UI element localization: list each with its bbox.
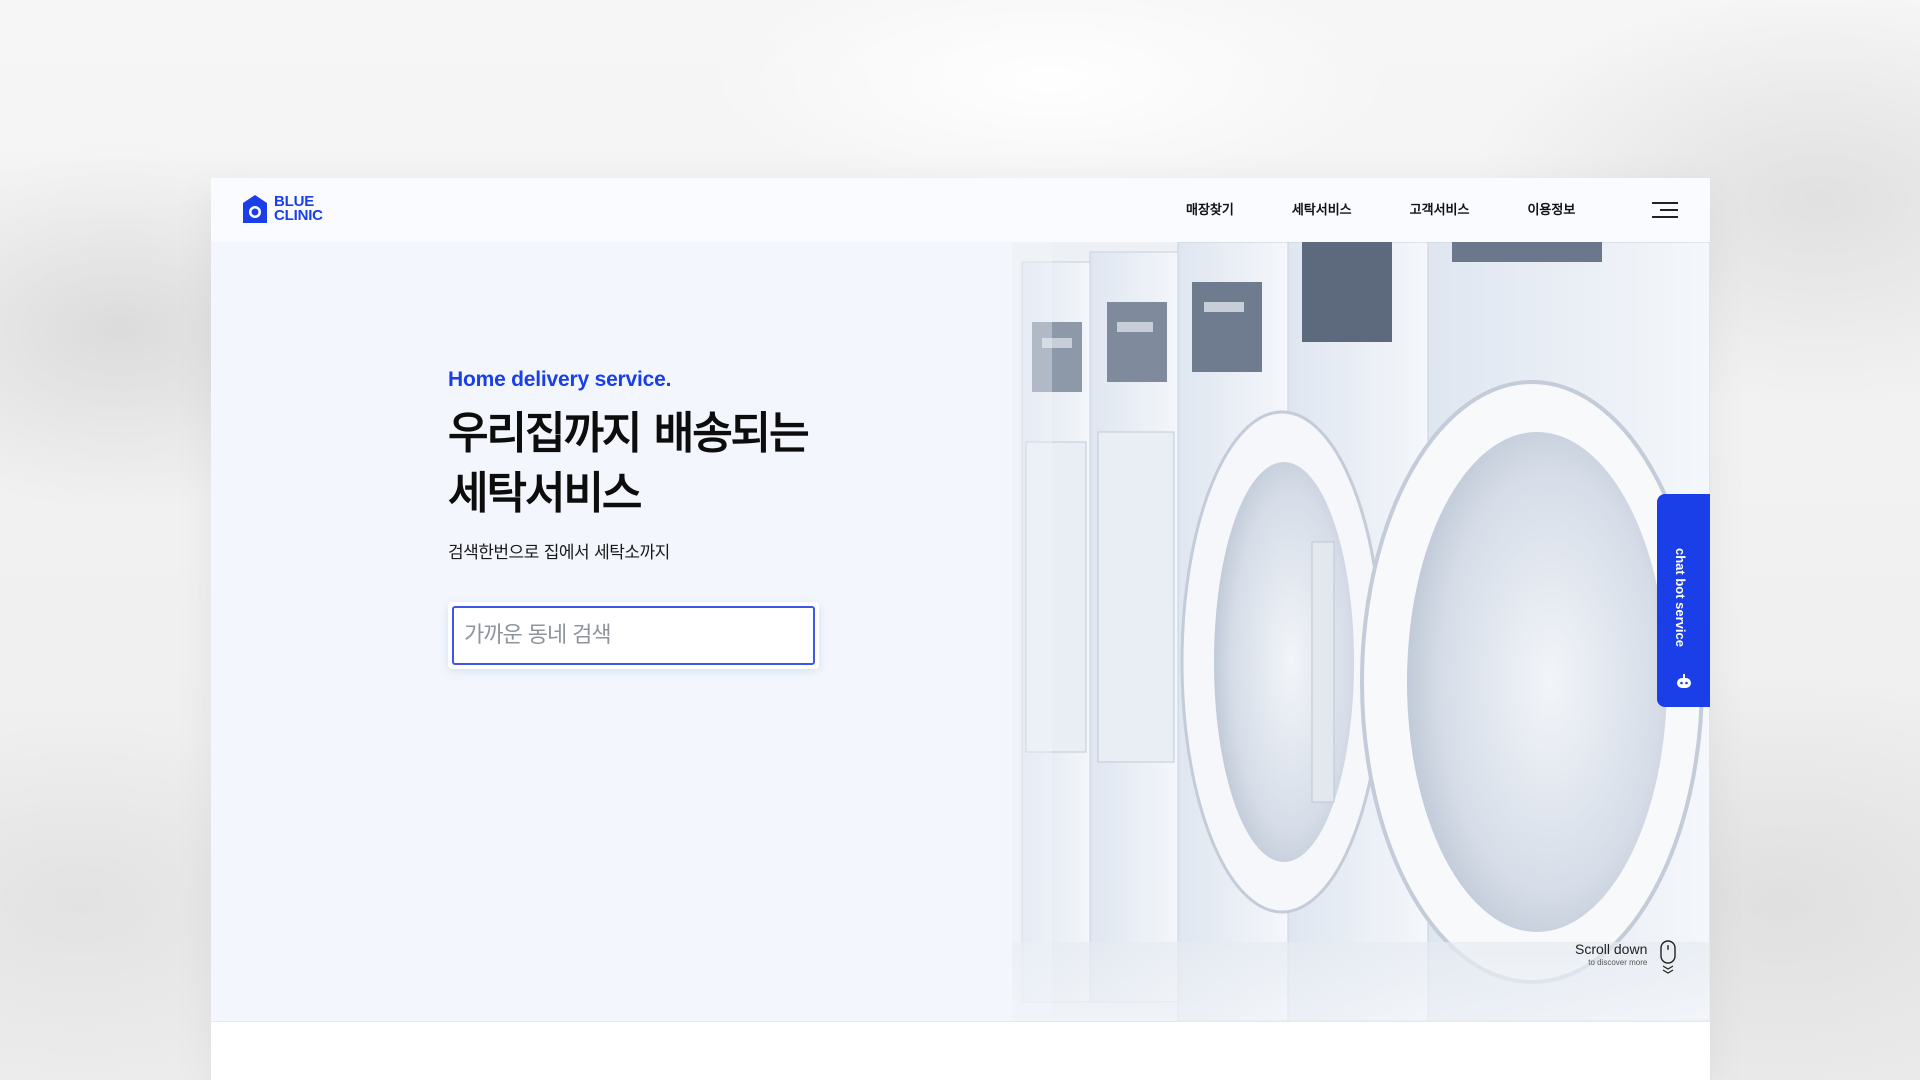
brand-line2: CLINIC <box>274 207 323 224</box>
nav-item-laundry-service[interactable]: 세탁서비스 <box>1292 199 1352 218</box>
neighborhood-search-input[interactable] <box>452 606 815 665</box>
nav-item-usage-info[interactable]: 이용정보 <box>1527 199 1575 218</box>
hero-headline-line1: 우리집까지 배송되는 <box>448 408 810 459</box>
mouse-icon <box>1660 940 1676 974</box>
chatbot-tab[interactable]: chat bot service <box>1657 494 1710 707</box>
scroll-down-hint: Scroll down to discover more <box>1575 941 1647 967</box>
brand-logo[interactable]: BLUE CLINIC <box>242 194 323 224</box>
laundry-machines-photo <box>1012 242 1710 1021</box>
nav-item-customer-service[interactable]: 고객서비스 <box>1410 199 1470 218</box>
robot-icon <box>1677 674 1691 688</box>
brand-wordmark: BLUE CLINIC <box>274 194 323 224</box>
hero-headline-line2: 세탁서비스 <box>448 468 642 519</box>
chatbot-label: chat bot service <box>1673 548 1688 647</box>
scroll-title: Scroll down <box>1575 941 1648 957</box>
next-section-strip <box>211 1021 1710 1080</box>
hamburger-menu-icon[interactable] <box>1652 200 1678 220</box>
search-box <box>448 602 819 669</box>
hero-eyebrow: Home delivery service. <box>448 368 672 391</box>
house-logo-icon <box>243 195 267 223</box>
landing-page: BLUE CLINIC 매장찾기 세탁서비스 고객서비스 이용정보 Home d… <box>211 178 1710 1080</box>
nav-item-store-finder[interactable]: 매장찾기 <box>1186 199 1234 218</box>
hero-subline: 검색한번으로 집에서 세탁소까지 <box>448 543 670 563</box>
main-nav: 매장찾기 세탁서비스 고객서비스 이용정보 <box>1186 199 1633 218</box>
hero-headline: 우리집까지 배송되는 세탁서비스 <box>448 404 810 524</box>
site-header: BLUE CLINIC 매장찾기 세탁서비스 고객서비스 이용정보 <box>211 178 1710 242</box>
scroll-subtitle: to discover more <box>1588 958 1648 967</box>
